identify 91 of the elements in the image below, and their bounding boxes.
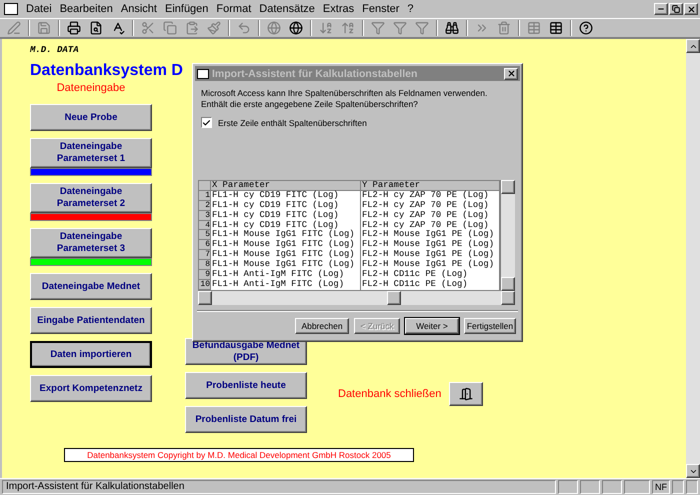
menu-item[interactable]: Extras: [318, 3, 358, 15]
menu-item[interactable]: Datei: [22, 3, 56, 15]
app-icon[interactable]: [4, 3, 18, 15]
row-number: 3: [199, 210, 211, 221]
form-button[interactable]: Probenliste Datum frei: [185, 406, 307, 433]
row-number: 7: [199, 250, 211, 260]
table-cell: FL1-H cy CD19 FITC (Log): [211, 220, 361, 230]
menu-item[interactable]: Datensätze: [255, 3, 319, 15]
table-cell: FL1-H Anti-IgM FITC (Log): [211, 270, 361, 280]
status-panel: [672, 480, 684, 494]
table-cell: FL2-H Mouse IgG1 PE (Log): [361, 230, 500, 240]
dialog-button[interactable]: Fertigstellen: [464, 318, 516, 334]
table-cell: FL2-H cy ZAP 70 PE (Log): [361, 200, 500, 211]
copyright-text: Datenbanksystem Copyright by M.D. Medical Development GmbH Rostock 2005: [64, 448, 414, 462]
table-cell: FL2-H Mouse IgG1 PE (Log): [361, 240, 500, 250]
table-cell: FL2-H cy ZAP 70 PE (Log): [361, 210, 500, 221]
scroll-down-button[interactable]: [686, 464, 700, 478]
status-panel: [602, 480, 622, 494]
scroll-right-button[interactable]: [501, 291, 515, 305]
row-number: 4: [199, 220, 211, 230]
minimize-button[interactable]: [654, 3, 668, 15]
scroll-left-button[interactable]: [198, 291, 212, 305]
row-number: 2: [199, 200, 211, 211]
menu-item[interactable]: Format: [212, 3, 256, 15]
scroll-up-button[interactable]: [501, 180, 515, 194]
close-icon: [506, 69, 516, 78]
close-button[interactable]: [684, 3, 698, 15]
dialog-title: Import-Assistent für Kalkulationstabellen: [212, 68, 418, 80]
table-cell: FL2-H cy ZAP 70 PE (Log): [361, 220, 500, 230]
row-number: 9: [199, 270, 211, 280]
column-header: X Parameter: [211, 181, 361, 191]
form-button[interactable]: Dateneingabe Mednet: [30, 273, 152, 300]
menu-item[interactable]: Fenster: [358, 3, 404, 15]
form-button[interactable]: Dateneingabe Parameterset 1: [30, 138, 152, 168]
form-title: Datenbanksystem D: [30, 62, 183, 80]
table-cell: FL1-H cy CD19 FITC (Log): [211, 200, 361, 211]
table-cell: FL2-H Mouse IgG1 PE (Log): [361, 260, 500, 270]
brand-text: M.D. DATA: [30, 45, 80, 55]
status-text: Import-Assistent für Kalkulationstabellen: [2, 480, 556, 494]
status-panel: [624, 480, 650, 494]
close-button[interactable]: [504, 68, 518, 80]
column-header: Y Parameter: [361, 181, 500, 191]
menu-item[interactable]: Bearbeiten: [56, 3, 117, 15]
table-cell: FL1-H Mouse IgG1 FITC (Log): [211, 230, 361, 240]
horizontal-scrollbar[interactable]: [198, 291, 515, 305]
form-button[interactable]: Daten importieren: [30, 341, 152, 368]
section-label: Dateneingabe: [56, 81, 126, 96]
form-button[interactable]: Export Kompetenznetz: [30, 375, 152, 402]
dialog-button[interactable]: Weiter >: [405, 318, 459, 334]
menu-item[interactable]: Einfügen: [160, 3, 212, 15]
form-button[interactable]: Dateneingabe Parameterset 2: [30, 183, 152, 213]
row-number: 10: [199, 280, 211, 290]
table-cell: FL1-H Anti-IgM FITC (Log): [211, 280, 361, 290]
checkbox-label: Erste Zeile enthält Spaltenüberschriften: [218, 118, 367, 128]
close-database-label: Datenbank schließen: [338, 388, 442, 400]
dialog-button[interactable]: Abbrechen: [295, 318, 349, 334]
dialog-icon: [197, 68, 209, 78]
status-panel: [580, 480, 600, 494]
vertical-scrollbar[interactable]: [501, 180, 515, 291]
row-number: 5: [199, 230, 211, 240]
row-number: 8: [199, 260, 211, 270]
dialog-message: Microsoft Access kann Ihre Spaltenüberschriften als Feldnamen verwenden. Enthält die erste angegebene Zeile Spaltenüberschriften?: [201, 88, 488, 110]
table-cell: FL2-H Mouse IgG1 PE (Log): [361, 250, 500, 260]
checkbox[interactable]: [201, 117, 212, 128]
row-number: 6: [199, 240, 211, 250]
form-button[interactable]: Dateneingabe Parameterset 3: [30, 228, 152, 258]
table-cell: FL1-H cy CD19 FITC (Log): [211, 190, 361, 201]
table-cell: FL1-H cy CD19 FITC (Log): [211, 210, 361, 221]
scroll-up-button[interactable]: [686, 39, 700, 53]
status-indicator: NF: [652, 480, 670, 494]
form-button[interactable]: Probenliste heute: [185, 372, 307, 399]
close-icon: [686, 4, 696, 14]
row-number: 1: [199, 190, 211, 201]
scroll-down-button[interactable]: [501, 277, 515, 291]
menu-item[interactable]: ?: [403, 3, 418, 15]
scroll-thumb[interactable]: [387, 291, 401, 305]
table-cell: FL2-H CD11c PE (Log): [361, 270, 500, 280]
form-button[interactable]: Eingabe Patientendaten: [30, 307, 152, 334]
table-cell: FL2-H CD11c PE (Log): [361, 280, 500, 290]
form-button[interactable]: Neue Probe: [30, 104, 152, 131]
status-panel: [686, 480, 698, 494]
exit-door-icon[interactable]: [449, 382, 484, 406]
table-cell: FL2-H cy ZAP 70 PE (Log): [361, 190, 500, 201]
menu-item[interactable]: Ansicht: [116, 3, 161, 15]
restore-icon: [672, 5, 680, 13]
table-cell: FL1-H Mouse IgG1 FITC (Log): [211, 260, 361, 270]
table-cell: FL1-H Mouse IgG1 FITC (Log): [211, 240, 361, 250]
restore-button[interactable]: [669, 3, 683, 15]
status-panel: [558, 480, 578, 494]
vertical-scrollbar[interactable]: [686, 39, 700, 478]
table-cell: FL1-H Mouse IgG1 FITC (Log): [211, 250, 361, 260]
